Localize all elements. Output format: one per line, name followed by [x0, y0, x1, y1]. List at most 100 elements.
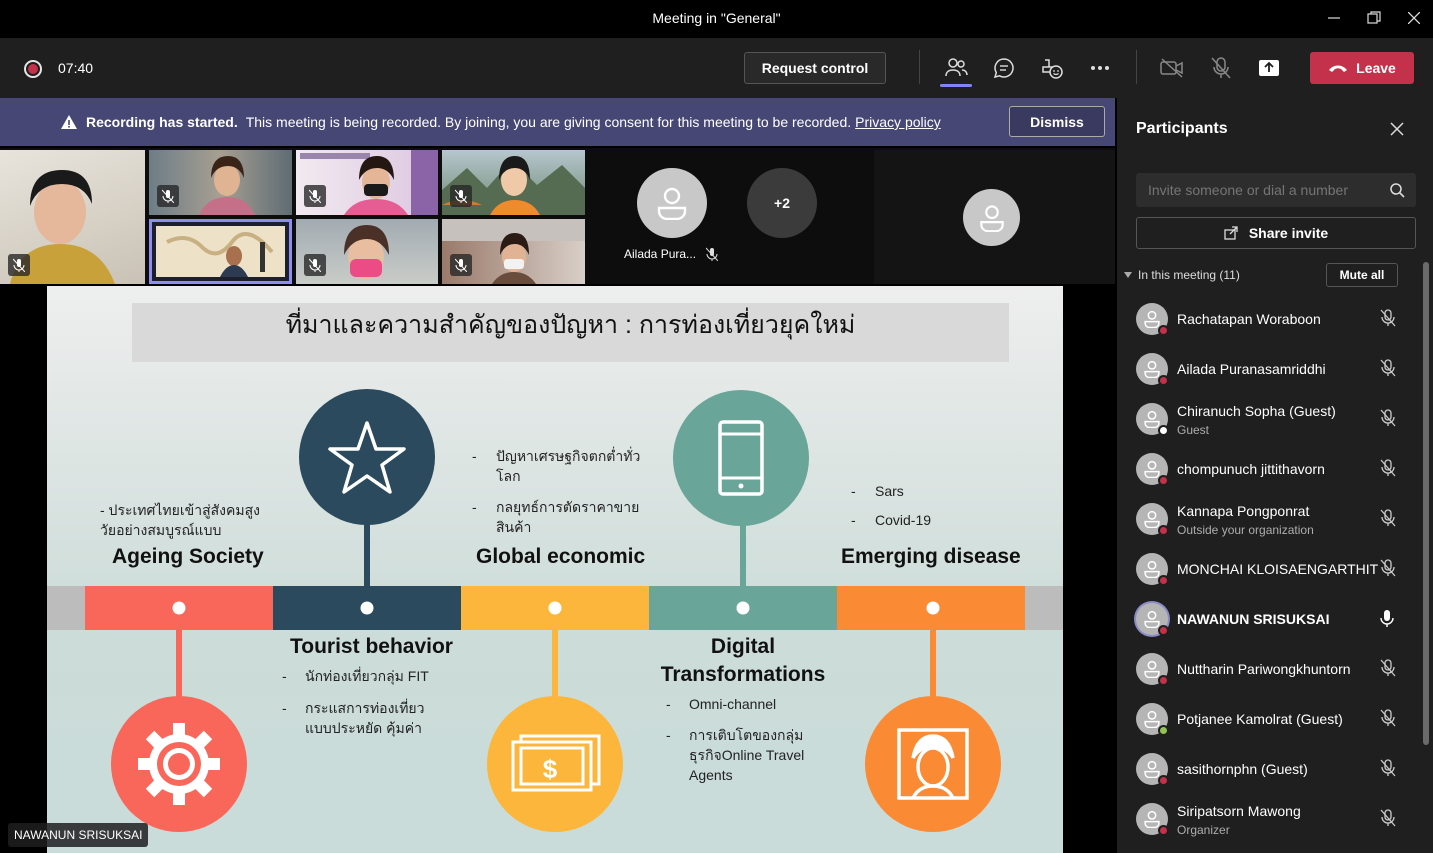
video-tile-active-speaker[interactable] [149, 219, 292, 284]
bullet-dash: - [282, 700, 287, 716]
participant-row[interactable]: sasithornphn (Guest) [1136, 749, 1406, 789]
participants-icon[interactable] [944, 56, 968, 80]
share-screen-icon[interactable] [1257, 56, 1281, 80]
window-title: Meeting in "General" [652, 10, 781, 26]
active-tab-indicator [940, 84, 972, 87]
video-tile[interactable] [442, 150, 585, 215]
mic-muted-icon[interactable] [1380, 409, 1396, 432]
participant-row[interactable]: Chiranuch Sopha (Guest) Guest [1136, 399, 1406, 439]
mic-muted-icon[interactable] [1380, 659, 1396, 682]
leave-button[interactable]: Leave [1310, 52, 1414, 84]
person-icon [1144, 360, 1160, 378]
mic-on-icon[interactable] [1380, 609, 1394, 632]
video-tile[interactable] [296, 219, 438, 284]
video-tile[interactable] [149, 150, 292, 215]
participant-avatar[interactable] [963, 189, 1020, 246]
panel-scrollbar[interactable] [1423, 262, 1429, 745]
request-control-button[interactable]: Request control [744, 52, 886, 84]
participant-row[interactable]: Siripatsorn Mawong Organizer [1136, 799, 1406, 839]
mic-muted-icon[interactable] [1380, 559, 1396, 582]
bullet-dash: - [851, 512, 856, 528]
chat-icon[interactable] [992, 56, 1016, 80]
close-window-icon[interactable] [1394, 0, 1433, 36]
meeting-timer: 07:40 [58, 60, 94, 76]
muted-icon [450, 254, 472, 276]
video-tile[interactable] [0, 150, 145, 284]
digital-bullet: Omni-channel [689, 696, 777, 712]
participant-name: Nuttharin Pariwongkhuntorn [1177, 661, 1351, 677]
presence-status-icon [1158, 525, 1169, 536]
participant-row[interactable]: Ailada Puranasamriddhi [1136, 349, 1406, 389]
reactions-icon[interactable] [1040, 56, 1064, 80]
toolbar-divider [919, 50, 920, 84]
presence-status-icon [1158, 775, 1169, 786]
video-tile[interactable] [442, 219, 585, 284]
presence-status-icon [1158, 675, 1169, 686]
participant-name: NAWANUN SRISUKSAI [1177, 611, 1330, 627]
participant-avatar[interactable] [637, 168, 707, 238]
participant-row[interactable]: chompunuch jittithavorn [1136, 449, 1406, 489]
mic-muted-icon[interactable] [1380, 309, 1396, 332]
participant-name: sasithornphn (Guest) [1177, 761, 1308, 777]
person-icon [1144, 810, 1160, 828]
emerging-bullet: Covid-19 [875, 512, 932, 528]
camera-off-icon[interactable] [1160, 56, 1184, 80]
transformations-label: Transformations [660, 663, 826, 686]
section-title: In this meeting (11) [1138, 268, 1240, 282]
search-icon[interactable] [1390, 183, 1405, 198]
mic-muted-icon[interactable] [1380, 359, 1396, 382]
privacy-policy-link[interactable]: Privacy policy [855, 114, 941, 130]
bullet-dash: - [282, 668, 287, 684]
mic-off-icon[interactable] [1209, 56, 1233, 80]
hang-up-icon [1329, 65, 1348, 72]
svg-text:$: $ [543, 754, 558, 784]
timeline-dot [926, 601, 940, 615]
participant-row[interactable]: Potjanee Kamolrat (Guest) [1136, 699, 1406, 739]
mic-muted-icon[interactable] [1380, 809, 1396, 832]
mic-muted-icon[interactable] [1380, 759, 1396, 782]
bullet-dash: - [472, 499, 477, 515]
title-bar: Meeting in "General" [0, 0, 1433, 36]
person-icon [1144, 510, 1160, 528]
mic-muted-icon[interactable] [1380, 509, 1396, 532]
timeline-dot [360, 601, 374, 615]
restore-icon[interactable] [1354, 0, 1394, 36]
participant-name: Chiranuch Sopha (Guest) [1177, 403, 1336, 419]
participant-row[interactable]: NAWANUN SRISUKSAI [1136, 599, 1406, 639]
participant-name: Kannapa Pongponrat [1177, 503, 1310, 519]
presence-status-icon [1158, 475, 1169, 486]
dismiss-button[interactable]: Dismiss [1009, 106, 1105, 137]
presence-status-icon [1158, 325, 1169, 336]
share-icon [1224, 226, 1238, 240]
invite-field[interactable] [1136, 173, 1376, 207]
timeline-dot [548, 601, 562, 615]
person-icon [1144, 710, 1160, 728]
participant-name: Rachatapan Woraboon [1177, 311, 1321, 327]
mute-all-button[interactable]: Mute all [1326, 263, 1398, 287]
close-panel-icon[interactable] [1390, 122, 1404, 141]
participant-row[interactable]: Rachatapan Woraboon [1136, 299, 1406, 339]
recording-banner: Recording has started. This meeting is b… [0, 98, 1115, 146]
timeline-graphic: $ [47, 389, 1063, 832]
global-economic-label: Global economic [476, 545, 646, 568]
more-options-icon[interactable] [1088, 56, 1112, 80]
muted-icon [157, 185, 179, 207]
mic-muted-icon[interactable] [1380, 709, 1396, 732]
recording-icon [24, 60, 42, 78]
invite-input[interactable] [1136, 173, 1416, 207]
share-invite-button[interactable]: Share invite [1136, 217, 1416, 249]
video-tile[interactable] [296, 150, 438, 215]
participant-row[interactable]: MONCHAI KLOISAENGARTHIT [1136, 549, 1406, 589]
muted-icon [8, 254, 30, 276]
overflow-participants[interactable]: +2 [747, 168, 817, 238]
phone-circle [673, 390, 809, 526]
mic-muted-icon[interactable] [1380, 459, 1396, 482]
meeting-section-header[interactable]: In this meeting (11) [1124, 268, 1240, 282]
participant-row[interactable]: Nuttharin Pariwongkhuntorn [1136, 649, 1406, 689]
participant-row[interactable]: Kannapa Pongponrat Outside your organizat… [1136, 499, 1406, 539]
banner-message: This meeting is being recorded. By joini… [245, 114, 852, 130]
person-icon [1144, 310, 1160, 328]
minimize-icon[interactable] [1314, 0, 1354, 36]
chevron-down-icon [1124, 272, 1132, 278]
person-icon [1144, 410, 1160, 428]
